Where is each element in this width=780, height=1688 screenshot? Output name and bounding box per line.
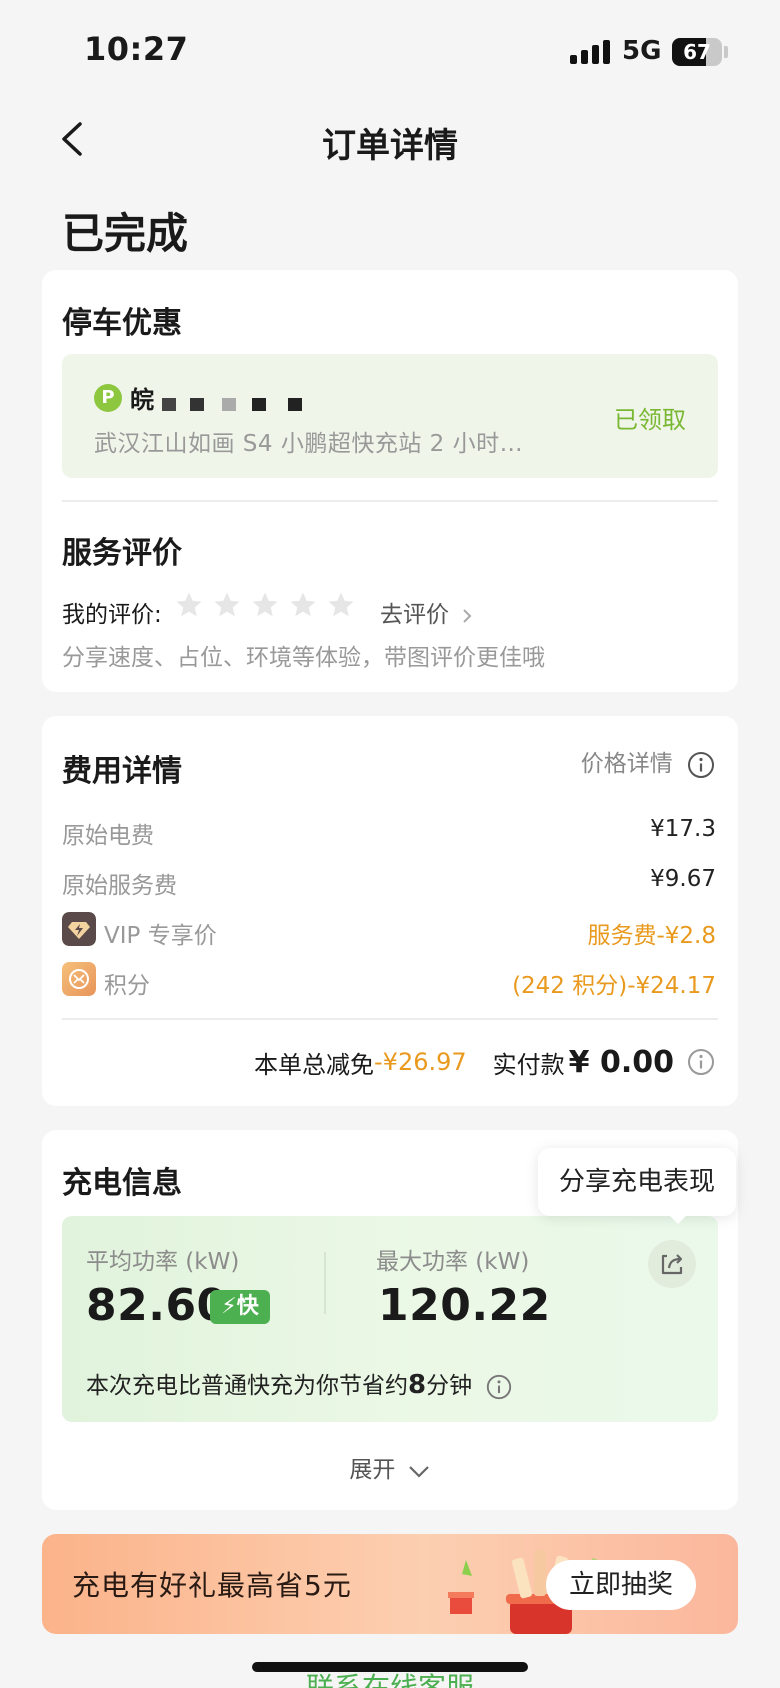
status-time: 10:27 bbox=[84, 30, 189, 68]
plate-mask bbox=[222, 398, 236, 411]
info-icon[interactable] bbox=[686, 1047, 716, 1077]
fee-row-service: 原始服务费 ¥9.67 bbox=[62, 866, 716, 900]
total-discount-label: 本单总减免 bbox=[254, 1050, 375, 1079]
parking-title: 停车优惠 bbox=[62, 306, 182, 341]
info-icon[interactable] bbox=[485, 1373, 513, 1401]
fast-badge-label: 快 bbox=[236, 1294, 259, 1319]
vip-value: 服务费-¥2.8 bbox=[587, 923, 716, 949]
parking-coupon[interactable]: P 皖 武汉江山如画 S4 小鹏超快充站 2 小时… 已领取 bbox=[62, 354, 718, 478]
status-bar: 10:27 5G 67 bbox=[0, 0, 780, 100]
fast-badge: ⚡快 bbox=[210, 1290, 270, 1324]
fee-label: 原始电费 bbox=[62, 823, 154, 849]
signal-icon bbox=[570, 40, 612, 64]
vip-label: VIP 专享价 bbox=[104, 923, 217, 949]
payment-summary: 本单总减免 -¥26.97 实付款 ¥ 0.00 bbox=[254, 1042, 716, 1082]
save-prefix: 本次充电比普通快充为你节省约 bbox=[86, 1373, 408, 1399]
fee-label: 原始服务费 bbox=[62, 873, 177, 899]
charging-title: 充电信息 bbox=[62, 1166, 182, 1201]
go-rate-label: 去评价 bbox=[380, 602, 449, 628]
fee-row-vip: VIP 专享价 服务费-¥2.8 bbox=[62, 912, 716, 950]
network-type: 5G bbox=[622, 36, 662, 66]
rating-hint: 分享速度、占位、环境等体验，带图评价更佳哦 bbox=[62, 645, 545, 671]
star-icon[interactable] bbox=[250, 590, 280, 620]
battery-level: 67 bbox=[683, 40, 711, 64]
plate-mask bbox=[288, 398, 302, 411]
fee-card: 费用详情 价格详情 原始电费 ¥17.3 原始服务费 ¥9.67 VIP 专享价… bbox=[42, 716, 738, 1106]
parking-rating-card: 停车优惠 P 皖 武汉江山如画 S4 小鹏超快充站 2 小时… 已领取 服务评价… bbox=[42, 270, 738, 692]
expand-label: 展开 bbox=[349, 1457, 396, 1483]
power-stats: 平均功率 (kW) 82.60 ⚡快 最大功率 (kW) 120.22 本次充电… bbox=[62, 1216, 718, 1422]
promo-text: 充电有好礼最高省5元 bbox=[72, 1569, 352, 1602]
divider bbox=[324, 1252, 326, 1314]
divider bbox=[62, 500, 718, 502]
order-status: 已完成 bbox=[62, 209, 189, 258]
fee-value: ¥9.67 bbox=[650, 866, 716, 892]
share-tooltip[interactable]: 分享充电表现 bbox=[538, 1148, 736, 1216]
plate-mask bbox=[162, 398, 176, 411]
vip-diamond-icon bbox=[62, 912, 96, 946]
share-button[interactable] bbox=[648, 1240, 696, 1288]
battery-tip bbox=[724, 46, 728, 58]
points-label: 积分 bbox=[104, 973, 150, 999]
fee-row-points: 积分 (242 积分)-¥24.17 bbox=[62, 962, 716, 1000]
fee-row-electricity: 原始电费 ¥17.3 bbox=[62, 816, 716, 850]
rating-label: 我的评价: bbox=[62, 602, 162, 628]
plate-mask bbox=[252, 398, 266, 411]
max-power-value: 120.22 bbox=[378, 1280, 551, 1331]
go-rate-link[interactable]: 去评价 bbox=[380, 595, 474, 629]
star-icon[interactable] bbox=[288, 590, 318, 620]
price-detail-link[interactable]: 价格详情 bbox=[581, 744, 716, 780]
parking-station: 武汉江山如画 S4 小鹏超快充站 2 小时… bbox=[94, 431, 524, 457]
battery-icon: 67 bbox=[672, 38, 722, 66]
lottery-button[interactable]: 立即抽奖 bbox=[546, 1560, 696, 1610]
chevron-right-icon bbox=[463, 608, 472, 623]
max-power-label: 最大功率 (kW) bbox=[376, 1249, 530, 1275]
tooltip-arrow bbox=[668, 1214, 688, 1224]
avg-power-label: 平均功率 (kW) bbox=[86, 1249, 240, 1275]
star-icon[interactable] bbox=[174, 590, 204, 620]
info-icon bbox=[688, 751, 714, 778]
divider bbox=[62, 1018, 718, 1020]
time-saved-note: 本次充电比普通快充为你节省约8分钟 bbox=[86, 1366, 513, 1401]
price-detail-label: 价格详情 bbox=[580, 751, 673, 777]
expand-button[interactable]: 展开 bbox=[42, 1450, 738, 1484]
rating-title: 服务评价 bbox=[62, 536, 182, 571]
avg-power-value: 82.60 bbox=[86, 1280, 228, 1331]
plate-mask bbox=[190, 398, 204, 411]
chevron-down-icon bbox=[408, 1465, 429, 1478]
points-icon bbox=[62, 962, 96, 996]
nav-bar: 订单详情 bbox=[0, 100, 780, 180]
star-icon[interactable] bbox=[212, 590, 242, 620]
parking-icon: P bbox=[94, 384, 122, 412]
paid-label: 实付款 bbox=[492, 1050, 565, 1079]
paid-amount: ¥ 0.00 bbox=[568, 1044, 674, 1080]
save-suffix: 分钟 bbox=[426, 1373, 473, 1399]
coupon-status: 已领取 bbox=[614, 406, 686, 434]
lightning-icon: ⚡ bbox=[221, 1294, 237, 1319]
points-value: (242 积分)-¥24.17 bbox=[512, 973, 716, 999]
plate-number: 皖 bbox=[130, 386, 154, 414]
page-title: 订单详情 bbox=[322, 126, 458, 166]
fee-value: ¥17.3 bbox=[650, 816, 716, 842]
fee-title: 费用详情 bbox=[62, 754, 182, 789]
share-icon bbox=[661, 1254, 683, 1275]
promo-banner[interactable]: 充电有好礼最高省5元 立即抽奖 bbox=[42, 1534, 738, 1634]
home-indicator bbox=[252, 1662, 528, 1672]
total-discount-value: -¥26.97 bbox=[374, 1048, 467, 1076]
star-icon[interactable] bbox=[326, 590, 356, 620]
save-minutes: 8 bbox=[408, 1370, 427, 1400]
